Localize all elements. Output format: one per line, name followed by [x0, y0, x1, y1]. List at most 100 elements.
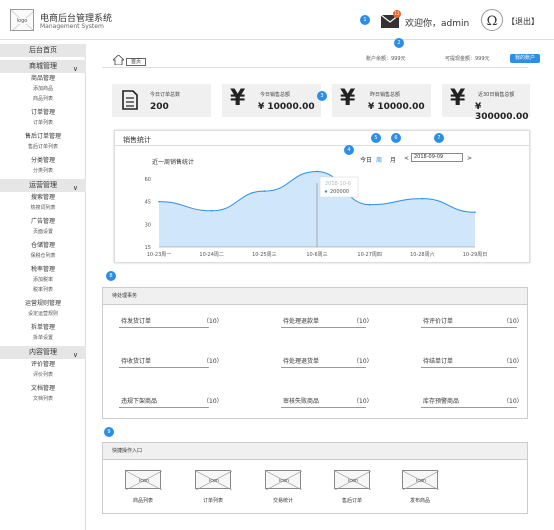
todo-item-label[interactable]: 待发货订单	[121, 316, 151, 325]
quick-action-label[interactable]: 商品列表	[113, 497, 173, 504]
sidebar-item[interactable]: 仓储管理	[0, 240, 86, 251]
quick-action-label[interactable]: 发布商品	[390, 497, 450, 504]
sidebar-item[interactable]: 文档列表	[0, 394, 86, 404]
x-tick-label: 10-27周四	[357, 252, 382, 258]
y-tick-label: 60	[145, 177, 151, 183]
todo-item-label[interactable]: 待处理退货单	[283, 356, 319, 365]
divider	[281, 407, 366, 408]
sidebar-item-label: 分类列表	[32, 168, 53, 174]
y-tick-label: 15	[145, 245, 151, 251]
divider	[119, 407, 209, 408]
todo-item-label[interactable]: 待结单订单	[423, 356, 453, 365]
todo-item-label[interactable]: 待评价订单	[423, 316, 453, 325]
sidebar-item-label: 商品列表	[32, 96, 53, 102]
sidebar-item[interactable]: 文档管理	[0, 383, 86, 394]
todo-item-label[interactable]: 待收货订单	[121, 356, 151, 365]
sidebar-item[interactable]: 热搜词列表	[0, 203, 86, 213]
y-tick-label: 30	[145, 222, 151, 228]
sidebar-item[interactable]: 分类列表	[0, 166, 86, 176]
sidebar-item[interactable]: 商品列表	[0, 94, 86, 104]
annotation-pin: 3	[317, 91, 327, 101]
todo-item-count: （10）	[353, 318, 373, 325]
sidebar-item-label: 税率列表	[32, 287, 53, 293]
annotation-pin: 4	[344, 145, 354, 155]
sidebar-item[interactable]: 广告管理	[0, 216, 86, 227]
logout-link[interactable]: 【退出】	[507, 16, 539, 27]
annotation-pin: 8	[106, 271, 116, 281]
sidebar-item-label: 评价管理	[30, 361, 55, 368]
account-balance: 账户余额：999元	[366, 56, 406, 62]
sidebar-item[interactable]: 添加商品	[0, 84, 86, 94]
sidebar-item[interactable]: 设定运营规则	[0, 309, 86, 319]
sidebar-item-label: 售后订单列表	[27, 144, 58, 150]
my-account-button[interactable]: 我的账户	[510, 54, 540, 63]
sidebar-item[interactable]: 售后订单管理	[0, 131, 86, 142]
system-subtitle: Management System	[40, 23, 104, 30]
data-point	[158, 200, 160, 203]
quick-action-label[interactable]: 售后订单	[322, 497, 382, 504]
sidebar-item[interactable]: 运营管理 ∨	[0, 179, 86, 192]
sidebar-item[interactable]: 拆单管理	[0, 322, 86, 333]
notification-badge: 12	[393, 10, 401, 18]
todo-item-count: （10）	[203, 398, 223, 405]
x-tick-label: 10-25周三	[252, 252, 277, 258]
x-tick-label: 10-23周一	[147, 252, 172, 258]
sidebar-item-label: 添加商品	[32, 86, 53, 92]
annotation-pin: 1	[360, 15, 370, 25]
todo-item-label[interactable]: 库存预警商品	[423, 396, 459, 405]
sidebar-item[interactable]: 搜索管理	[0, 192, 86, 203]
sidebar-item[interactable]: 分类管理	[0, 155, 86, 166]
tooltip-value: 200000	[330, 189, 349, 195]
quick-action-button[interactable]: icon	[265, 470, 303, 491]
svg-text:Ω: Ω	[487, 14, 498, 29]
stat-card-yesterday-sales: ¥ 昨日销售总额 ¥ 10000.00	[332, 84, 431, 117]
icon-text: icon	[348, 478, 358, 484]
todo-item-label[interactable]: 审核失败商品	[283, 396, 319, 405]
sidebar-item[interactable]: 评价列表	[0, 370, 86, 380]
sidebar-item[interactable]: 商品管理	[0, 73, 86, 84]
sidebar-item[interactable]: 内容管理 ∨	[0, 346, 86, 359]
sidebar: 后台首页商城管理 ∨ 商品管理添加商品商品列表订单管理订单列表售后订单管理售后订单列…	[0, 44, 86, 530]
image-placeholder-icon: icon	[402, 470, 440, 491]
user-avatar-icon[interactable]: Ω	[481, 9, 503, 31]
sidebar-item[interactable]: 税率管理	[0, 264, 86, 275]
sidebar-item[interactable]: 运营规则管理	[0, 298, 86, 309]
sidebar-item-label: 广告管理	[30, 218, 55, 225]
sidebar-item[interactable]: 税率列表	[0, 285, 86, 295]
sidebar-item[interactable]: 页面设置	[0, 227, 86, 237]
quick-action-label[interactable]: 交易统计	[253, 497, 313, 504]
x-tick-label: 10-24周二	[199, 252, 224, 258]
sidebar-item[interactable]: 售后订单列表	[0, 142, 86, 152]
section-title: 待处理事务	[103, 288, 527, 305]
sidebar-item[interactable]: 添加税率	[0, 275, 86, 285]
annotation-pin: 6	[391, 133, 401, 143]
sidebar-item[interactable]: 订单管理	[0, 107, 86, 118]
quick-action-button[interactable]: icon	[195, 470, 233, 491]
quick-action-button[interactable]: icon	[402, 470, 440, 491]
stat-value: ¥ 10000.00	[368, 102, 425, 112]
sidebar-item-label: 订单列表	[32, 120, 53, 126]
x-tick-label: 10-28周六	[410, 251, 435, 258]
home-icon[interactable]	[113, 55, 124, 65]
todo-item-label[interactable]: 违规下架商品	[121, 396, 157, 405]
tab-home[interactable]: 首页	[126, 58, 146, 66]
welcome-text: 欢迎你，admin	[405, 19, 470, 29]
todo-item-label[interactable]: 待处理退款单	[283, 316, 319, 325]
sidebar-item-label: 运营管理	[29, 181, 57, 189]
sidebar-item[interactable]: 拆单设置	[0, 333, 86, 343]
sidebar-item-label: 内容管理	[29, 348, 57, 356]
sidebar-item[interactable]: 商城管理 ∨	[0, 60, 86, 73]
stat-label: 今日销售总额	[260, 92, 291, 98]
sidebar-item-label: 拆单设置	[32, 335, 53, 341]
quick-action-label[interactable]: 订单列表	[183, 497, 243, 504]
sales-chart-panel: 销售统计 近一周销售统计 今日 周 月 < 2018-09-09 > 15 30 4…	[114, 130, 530, 263]
todo-item-count: （10）	[353, 398, 373, 405]
image-placeholder-icon: icon	[265, 470, 303, 491]
sidebar-item[interactable]: 后台首页	[0, 44, 86, 57]
sidebar-item[interactable]: 保税仓列表	[0, 251, 86, 261]
sidebar-item[interactable]: 评价管理	[0, 359, 86, 370]
sidebar-item[interactable]: 订单列表	[0, 118, 86, 128]
quick-action-button[interactable]: icon	[125, 470, 163, 491]
quick-action-button[interactable]: icon	[334, 470, 372, 491]
sidebar-item-label: 仓储管理	[30, 242, 55, 249]
